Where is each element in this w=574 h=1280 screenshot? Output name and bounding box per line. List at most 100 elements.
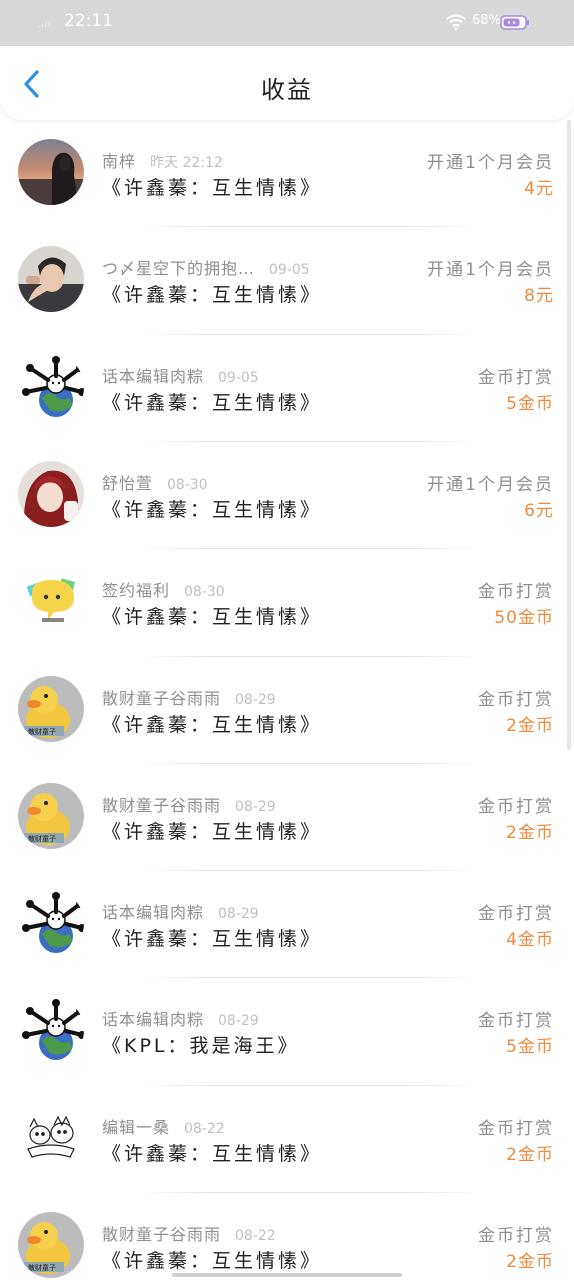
book-title[interactable]: 《许鑫蓁：互生情愫》 [102,710,322,737]
earning-record-row[interactable]: 编辑一桑 08-22 《许鑫蓁：互生情愫》 金币打赏 2金币 [0,1086,574,1193]
yellow-duck-icon: 散财童子 [18,1212,84,1278]
earning-amount: 5金币 [506,1037,554,1058]
header-bar: 收益 [0,46,574,120]
earning-amount: 8元 [524,286,554,307]
earth-figure-sticker-icon [18,997,84,1064]
book-title[interactable]: 《许鑫蓁：互生情愫》 [102,495,322,522]
status-bar: .ıll 22:11 68% [0,0,574,46]
username[interactable]: 散财童子谷雨雨 [102,1225,221,1244]
boy-selfie-photo-icon [18,246,84,313]
earning-record-row[interactable]: 话本编辑肉粽 08-29 《KPL：我是海王》 金币打赏 5金币 [0,978,574,1085]
earning-record-row[interactable]: 南梓 昨天 22:12 《许鑫蓁：互生情愫》 开通1个月会员 4元 [0,120,574,227]
user-line: 散财童子谷雨雨 08-22 [102,1221,276,1245]
signal-strength-icon: .ıll [38,20,52,29]
avatar[interactable] [18,353,84,420]
timestamp: 08-29 [218,1013,259,1030]
earning-type: 金币打赏 [478,904,554,925]
avatar[interactable]: 散财童子 [18,782,84,849]
username[interactable]: 签约福利 [102,581,170,600]
page-title: 收益 [261,76,313,104]
book-title[interactable]: 《许鑫蓁：互生情愫》 [102,388,322,415]
avatar[interactable] [18,139,84,205]
timestamp: 08-22 [235,1228,276,1244]
timestamp: 08-29 [235,798,276,815]
earning-record-row[interactable]: 舒怡萱 08-30 《许鑫蓁：互生情愫》 开通1个月会员 6元 [0,442,574,549]
username[interactable]: 散财童子谷雨雨 [102,796,221,815]
avatar[interactable] [18,997,84,1064]
status-time: 22:11 [64,11,113,31]
earning-record-row[interactable]: 散财童子 散财童子谷雨雨 08-29 《许鑫蓁：互生情愫》 金币打赏 2金币 [0,657,574,764]
username[interactable]: 南梓 [102,152,136,171]
timestamp: 08-29 [235,691,276,708]
user-line: つ〆星空下的拥抱… 09-05 [102,255,310,279]
book-title[interactable]: 《许鑫蓁：互生情愫》 [102,602,322,629]
scrollbar[interactable] [567,120,571,750]
timestamp: 09-05 [269,262,310,279]
avatar[interactable] [18,890,84,957]
earning-type: 开通1个月会员 [427,260,554,281]
book-title[interactable]: 《KPL：我是海王》 [102,1031,300,1058]
avatar[interactable] [18,1104,84,1171]
user-line: 话本编辑肉粽 08-29 [102,1006,259,1030]
earning-record-row[interactable]: 话本编辑肉粽 09-05 《许鑫蓁：互生情愫》 金币打赏 5金币 [0,335,574,442]
yellow-chat-bubble-icon [18,568,84,635]
girl-sunset-photo-icon [18,139,84,205]
sketch-doodle-icon [18,1104,84,1171]
user-line: 话本编辑肉粽 09-05 [102,363,259,387]
earning-amount: 2金币 [506,1252,554,1272]
username[interactable]: つ〆星空下的拥抱… [102,259,255,278]
avatar[interactable]: 散财童子 [18,1212,84,1278]
avatar[interactable] [18,460,84,527]
home-indicator[interactable] [172,1273,402,1277]
avatar[interactable] [18,246,84,313]
book-title[interactable]: 《许鑫蓁：互生情愫》 [102,817,322,844]
earth-figure-sticker-icon [18,890,84,957]
earnings-list[interactable]: 南梓 昨天 22:12 《许鑫蓁：互生情愫》 开通1个月会员 4元 つ〆星空下的拥… [0,120,574,1280]
book-title[interactable]: 《许鑫蓁：互生情愫》 [102,924,322,951]
battery-icon [500,15,529,30]
book-title[interactable]: 《许鑫蓁：互生情愫》 [102,280,322,307]
user-line: 散财童子谷雨雨 08-29 [102,685,276,709]
username[interactable]: 话本编辑肉粽 [102,367,204,386]
earning-amount: 4金币 [506,930,554,951]
red-hair-anime-girl-icon [18,460,84,527]
user-line: 散财童子谷雨雨 08-29 [102,792,276,816]
earning-amount: 2金币 [506,822,554,843]
earning-amount: 2金币 [506,1144,554,1165]
earning-amount: 2金币 [506,715,554,736]
timestamp: 09-05 [218,369,259,386]
avatar[interactable]: 散财童子 [18,675,84,742]
earning-record-row[interactable]: 话本编辑肉粽 08-29 《许鑫蓁：互生情愫》 金币打赏 4金币 [0,871,574,978]
earning-type: 金币打赏 [478,1118,554,1139]
username[interactable]: 散财童子谷雨雨 [102,689,221,708]
earning-type: 金币打赏 [478,689,554,710]
battery-percent: 68% [472,13,501,28]
svg-text:散财童子: 散财童子 [28,834,56,843]
earning-type: 金币打赏 [478,796,554,817]
earning-record-row[interactable]: 散财童子 散财童子谷雨雨 08-22 《许鑫蓁：互生情愫》 金币打赏 2金币 [0,1193,574,1280]
wifi-icon [446,14,466,30]
earning-type: 金币打赏 [478,582,554,603]
book-title[interactable]: 《许鑫蓁：互生情愫》 [102,1246,322,1273]
yellow-duck-icon: 散财童子 [18,675,84,742]
user-line: 话本编辑肉粽 08-29 [102,899,259,923]
earning-type: 金币打赏 [478,1011,554,1032]
timestamp: 08-29 [218,906,259,923]
earning-record-row[interactable]: 散财童子 散财童子谷雨雨 08-29 《许鑫蓁：互生情愫》 金币打赏 2金币 [0,764,574,871]
svg-text:散财童子: 散财童子 [28,727,56,736]
timestamp: 08-30 [167,476,208,493]
earth-figure-sticker-icon [18,353,84,420]
username[interactable]: 话本编辑肉粽 [102,1010,204,1029]
earning-type: 金币打赏 [478,1226,554,1246]
book-title[interactable]: 《许鑫蓁：互生情愫》 [102,1139,322,1166]
username[interactable]: 话本编辑肉粽 [102,903,204,922]
earning-amount: 50金币 [494,608,554,629]
earning-type: 金币打赏 [478,367,554,388]
username[interactable]: 舒怡萱 [102,474,153,493]
username[interactable]: 编辑一桑 [102,1118,170,1137]
book-title[interactable]: 《许鑫蓁：互生情愫》 [102,173,322,200]
earning-type: 开通1个月会员 [427,474,554,495]
earning-record-row[interactable]: つ〆星空下的拥抱… 09-05 《许鑫蓁：互生情愫》 开通1个月会员 8元 [0,227,574,334]
earning-record-row[interactable]: 签约福利 08-30 《许鑫蓁：互生情愫》 金币打赏 50金币 [0,549,574,656]
avatar[interactable] [18,568,84,635]
